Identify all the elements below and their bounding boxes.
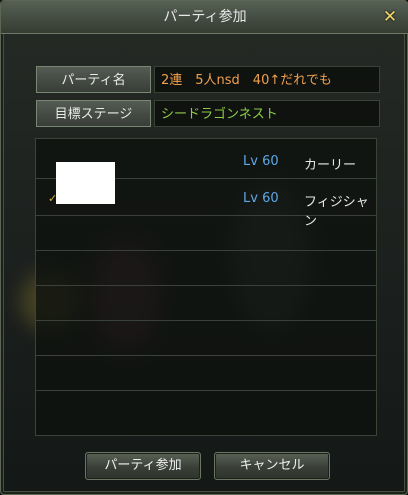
target-stage-label: 目標ステージ: [36, 100, 151, 127]
cancel-button[interactable]: キャンセル: [214, 452, 330, 480]
member-class: カーリー: [304, 158, 357, 173]
party-members-panel: Lv 60 カーリー Lv 60 フィジシャン ✓: [35, 138, 377, 436]
empty-member-slot: [36, 216, 376, 251]
member-level: Lv 60: [243, 154, 279, 169]
party-name-value: 2連 5人nsd 40↑だれでも: [154, 66, 380, 93]
join-party-button[interactable]: パーティ参加: [85, 452, 201, 480]
empty-member-slot: [36, 321, 376, 356]
dialog-title: パーティ参加: [163, 9, 247, 25]
party-join-dialog: パーティ参加 ✕ パーティ名 2連 5人nsd 40↑だれでも 目標ステージ シ…: [0, 0, 408, 495]
close-icon[interactable]: ✕: [381, 8, 399, 26]
empty-member-slot: [36, 391, 376, 426]
empty-member-slot: [36, 251, 376, 286]
empty-member-slot: [36, 286, 376, 321]
party-name-row: パーティ名 2連 5人nsd 40↑だれでも: [36, 66, 380, 93]
target-stage-row: 目標ステージ シードラゴンネスト: [36, 100, 380, 127]
party-name-label: パーティ名: [36, 66, 151, 93]
member-level: Lv 60: [243, 191, 279, 206]
target-stage-value: シードラゴンネスト: [154, 100, 380, 127]
member-avatar-redacted: [56, 162, 115, 204]
empty-member-slot: [36, 356, 376, 391]
leader-icon: ✓: [48, 192, 58, 205]
